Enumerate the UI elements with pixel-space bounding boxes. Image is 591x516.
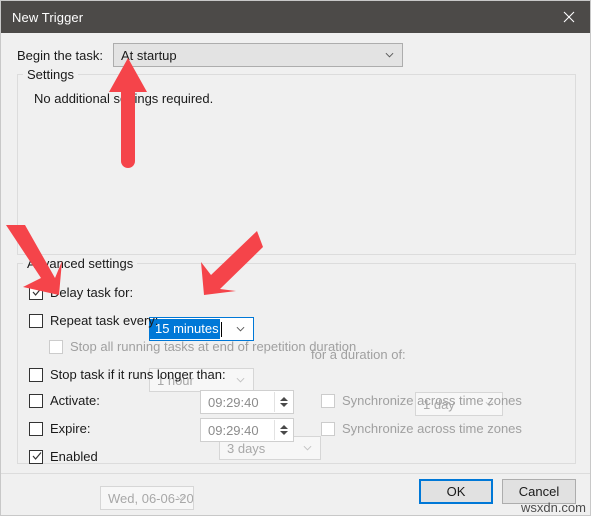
- stop-task-longer-checkbox[interactable]: [29, 367, 43, 382]
- title-bar: New Trigger: [1, 1, 590, 33]
- activate-label: Activate:: [50, 393, 100, 408]
- chevron-down-icon: [385, 52, 394, 58]
- spinner-buttons[interactable]: [274, 420, 292, 440]
- spinner-down-icon[interactable]: [279, 403, 288, 407]
- repeat-task-checkbox[interactable]: [29, 313, 43, 328]
- stop-all-running-label: Stop all running tasks at end of repetit…: [70, 339, 357, 354]
- delay-task-checkbox[interactable]: [29, 285, 43, 300]
- expire-sync-label: Synchronize across time zones: [342, 421, 522, 436]
- delay-task-label: Delay task for:: [50, 285, 134, 300]
- repeat-task-label: Repeat task every:: [50, 313, 159, 328]
- spinner-up-icon[interactable]: [279, 425, 288, 429]
- repeat-task-row: Repeat task every:: [29, 313, 158, 328]
- expire-time-value: 09:29:40: [208, 422, 259, 438]
- enabled-checkbox[interactable]: [29, 449, 43, 464]
- new-trigger-dialog: New Trigger Begin the task: At startup S…: [0, 0, 591, 516]
- delay-task-row: Delay task for:: [29, 285, 133, 300]
- advanced-settings-group-title: Advanced settings: [23, 256, 138, 271]
- begin-task-row: Begin the task: At startup: [17, 43, 403, 67]
- spinner-down-icon[interactable]: [279, 431, 288, 435]
- checkmark-icon: [32, 287, 42, 296]
- settings-group-title: Settings: [23, 67, 78, 82]
- delay-task-value: 15 minutes: [150, 319, 220, 339]
- stop-all-running-row: Stop all running tasks at end of repetit…: [49, 339, 356, 354]
- begin-task-value: At startup: [121, 47, 177, 63]
- expire-sync-checkbox[interactable]: [321, 421, 335, 436]
- expire-label: Expire:: [50, 421, 91, 436]
- close-icon[interactable]: [546, 1, 590, 33]
- delay-task-value-combo[interactable]: 15 minutes: [149, 317, 254, 341]
- enabled-row: Enabled: [29, 449, 98, 464]
- window-title: New Trigger: [12, 9, 84, 25]
- footer-separator: [1, 473, 590, 474]
- spinner-buttons[interactable]: [274, 392, 292, 412]
- expire-time-spinner[interactable]: 09:29:40: [200, 418, 294, 442]
- expire-row: Expire:: [29, 421, 90, 436]
- settings-message: No additional settings required.: [34, 91, 214, 106]
- cancel-button-label: Cancel: [518, 484, 560, 499]
- dialog-body: Begin the task: At startup Settings No a…: [1, 33, 590, 515]
- stop-task-longer-row: Stop task if it runs longer than:: [29, 367, 226, 382]
- stop-task-longer-value: 3 days: [227, 440, 266, 456]
- chevron-down-icon: [303, 445, 312, 451]
- activate-time-value: 09:29:40: [208, 394, 259, 410]
- expire-sync-row: Synchronize across time zones: [321, 421, 522, 436]
- ok-button-label: OK: [446, 484, 466, 499]
- text-caret: [220, 321, 222, 337]
- watermark: wsxdn.com: [520, 500, 586, 515]
- spinner-up-icon[interactable]: [279, 397, 288, 401]
- ok-button[interactable]: OK: [419, 479, 493, 504]
- begin-task-combo[interactable]: At startup: [113, 43, 403, 67]
- activate-row: Activate:: [29, 393, 100, 408]
- activate-time-spinner[interactable]: 09:29:40: [200, 390, 294, 414]
- stop-all-running-checkbox[interactable]: [49, 339, 63, 354]
- activate-date-value: Wed, 06-06-201: [108, 490, 194, 506]
- checkmark-icon: [32, 451, 42, 460]
- activate-sync-row: Synchronize across time zones: [321, 393, 522, 408]
- stop-task-longer-label: Stop task if it runs longer than:: [50, 367, 226, 382]
- activate-sync-checkbox[interactable]: [321, 393, 335, 408]
- chevron-down-icon: [236, 377, 245, 383]
- activate-checkbox[interactable]: [29, 393, 43, 408]
- begin-task-label: Begin the task:: [17, 47, 103, 63]
- activate-sync-label: Synchronize across time zones: [342, 393, 522, 408]
- activate-date-combo[interactable]: Wed, 06-06-201: [100, 486, 194, 510]
- expire-checkbox[interactable]: [29, 421, 43, 436]
- enabled-label: Enabled: [50, 449, 98, 464]
- chevron-down-icon: [236, 326, 245, 332]
